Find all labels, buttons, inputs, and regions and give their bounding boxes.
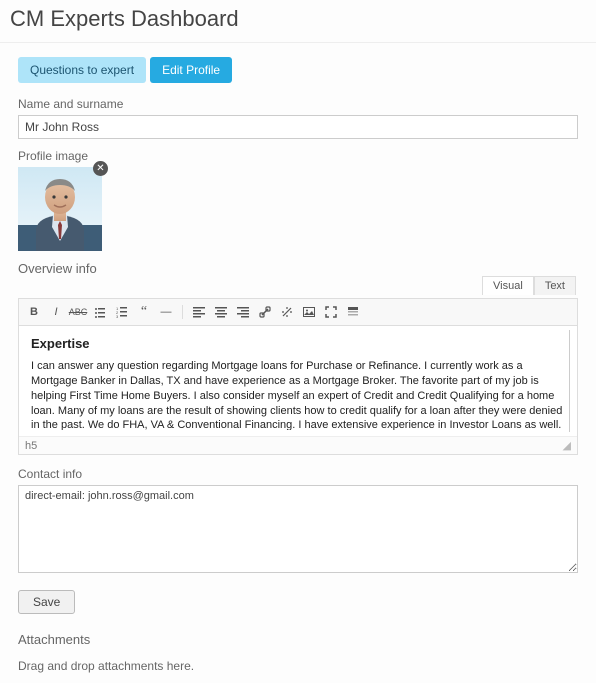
more-icon[interactable] — [346, 305, 360, 319]
dashboard-tabs: Questions to expert Edit Profile — [18, 57, 578, 83]
remove-image-icon[interactable]: ✕ — [93, 161, 108, 176]
editor-body[interactable]: Expertise I can answer any question rega… — [19, 326, 577, 436]
numbered-list-icon[interactable]: 123 — [115, 305, 129, 319]
contact-info-label: Contact info — [18, 467, 578, 481]
rich-text-editor: B I ABC 123 “ — — [18, 298, 578, 455]
page-title: CM Experts Dashboard — [0, 0, 596, 43]
unlink-icon[interactable] — [280, 305, 294, 319]
editor-paragraph: I can answer any question regarding Mort… — [31, 359, 565, 430]
blockquote-icon[interactable]: “ — [137, 305, 151, 319]
editor-tab-visual[interactable]: Visual — [482, 276, 534, 295]
italic-icon[interactable]: I — [49, 305, 63, 319]
editor-mode-tabs: Visual Text — [482, 276, 576, 295]
bold-icon[interactable]: B — [27, 305, 41, 319]
attachments-dropzone[interactable]: Drag and drop attachments here. — [18, 659, 578, 673]
svg-text:3: 3 — [116, 314, 119, 318]
tab-questions-to-expert[interactable]: Questions to expert — [18, 57, 146, 83]
profile-image-wrap: ✕ — [18, 167, 102, 251]
tab-edit-profile[interactable]: Edit Profile — [150, 57, 232, 83]
bullet-list-icon[interactable] — [93, 305, 107, 319]
editor-toolbar: B I ABC 123 “ — — [19, 299, 577, 326]
contact-info-textarea[interactable]: direct-email: john.ross@gmail.com — [18, 485, 578, 573]
editor-resize-handle[interactable]: ◢ — [563, 439, 571, 452]
strikethrough-icon[interactable]: ABC — [71, 305, 85, 319]
align-left-icon[interactable] — [192, 305, 206, 319]
hr-icon[interactable]: — — [159, 305, 173, 319]
fullscreen-icon[interactable] — [324, 305, 338, 319]
align-center-icon[interactable] — [214, 305, 228, 319]
image-icon[interactable] — [302, 305, 316, 319]
editor-element-path: h5 — [25, 440, 37, 452]
name-label: Name and surname — [18, 97, 578, 111]
link-icon[interactable] — [258, 305, 272, 319]
save-button[interactable]: Save — [18, 590, 75, 614]
editor-status-bar: h5 ◢ — [19, 436, 577, 454]
editor-heading: Expertise — [31, 336, 565, 351]
overview-info-label: Overview info — [18, 261, 578, 276]
attachments-label: Attachments — [18, 632, 578, 647]
align-right-icon[interactable] — [236, 305, 250, 319]
avatar — [18, 167, 102, 251]
name-input[interactable] — [18, 115, 578, 139]
editor-tab-text[interactable]: Text — [534, 276, 576, 295]
